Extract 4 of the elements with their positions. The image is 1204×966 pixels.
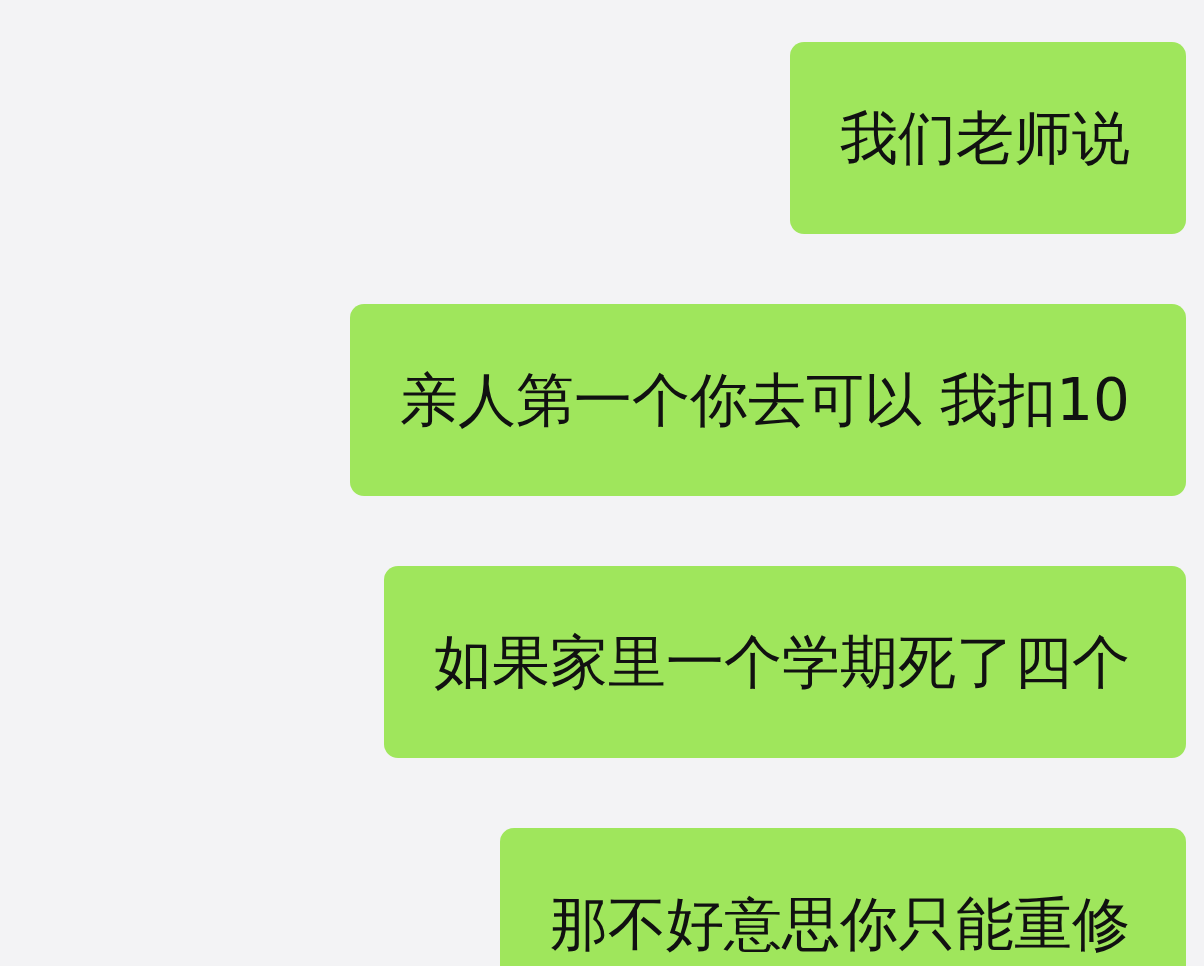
message-bubble: 亲人第一个你去可以 我扣10 bbox=[349, 304, 1186, 496]
message-bubble: 如果家里一个学期死了四个 bbox=[384, 566, 1186, 758]
message-bubble: 我们老师说 bbox=[790, 42, 1186, 234]
message-bubble: 那不好意思你只能重修 bbox=[500, 828, 1186, 966]
